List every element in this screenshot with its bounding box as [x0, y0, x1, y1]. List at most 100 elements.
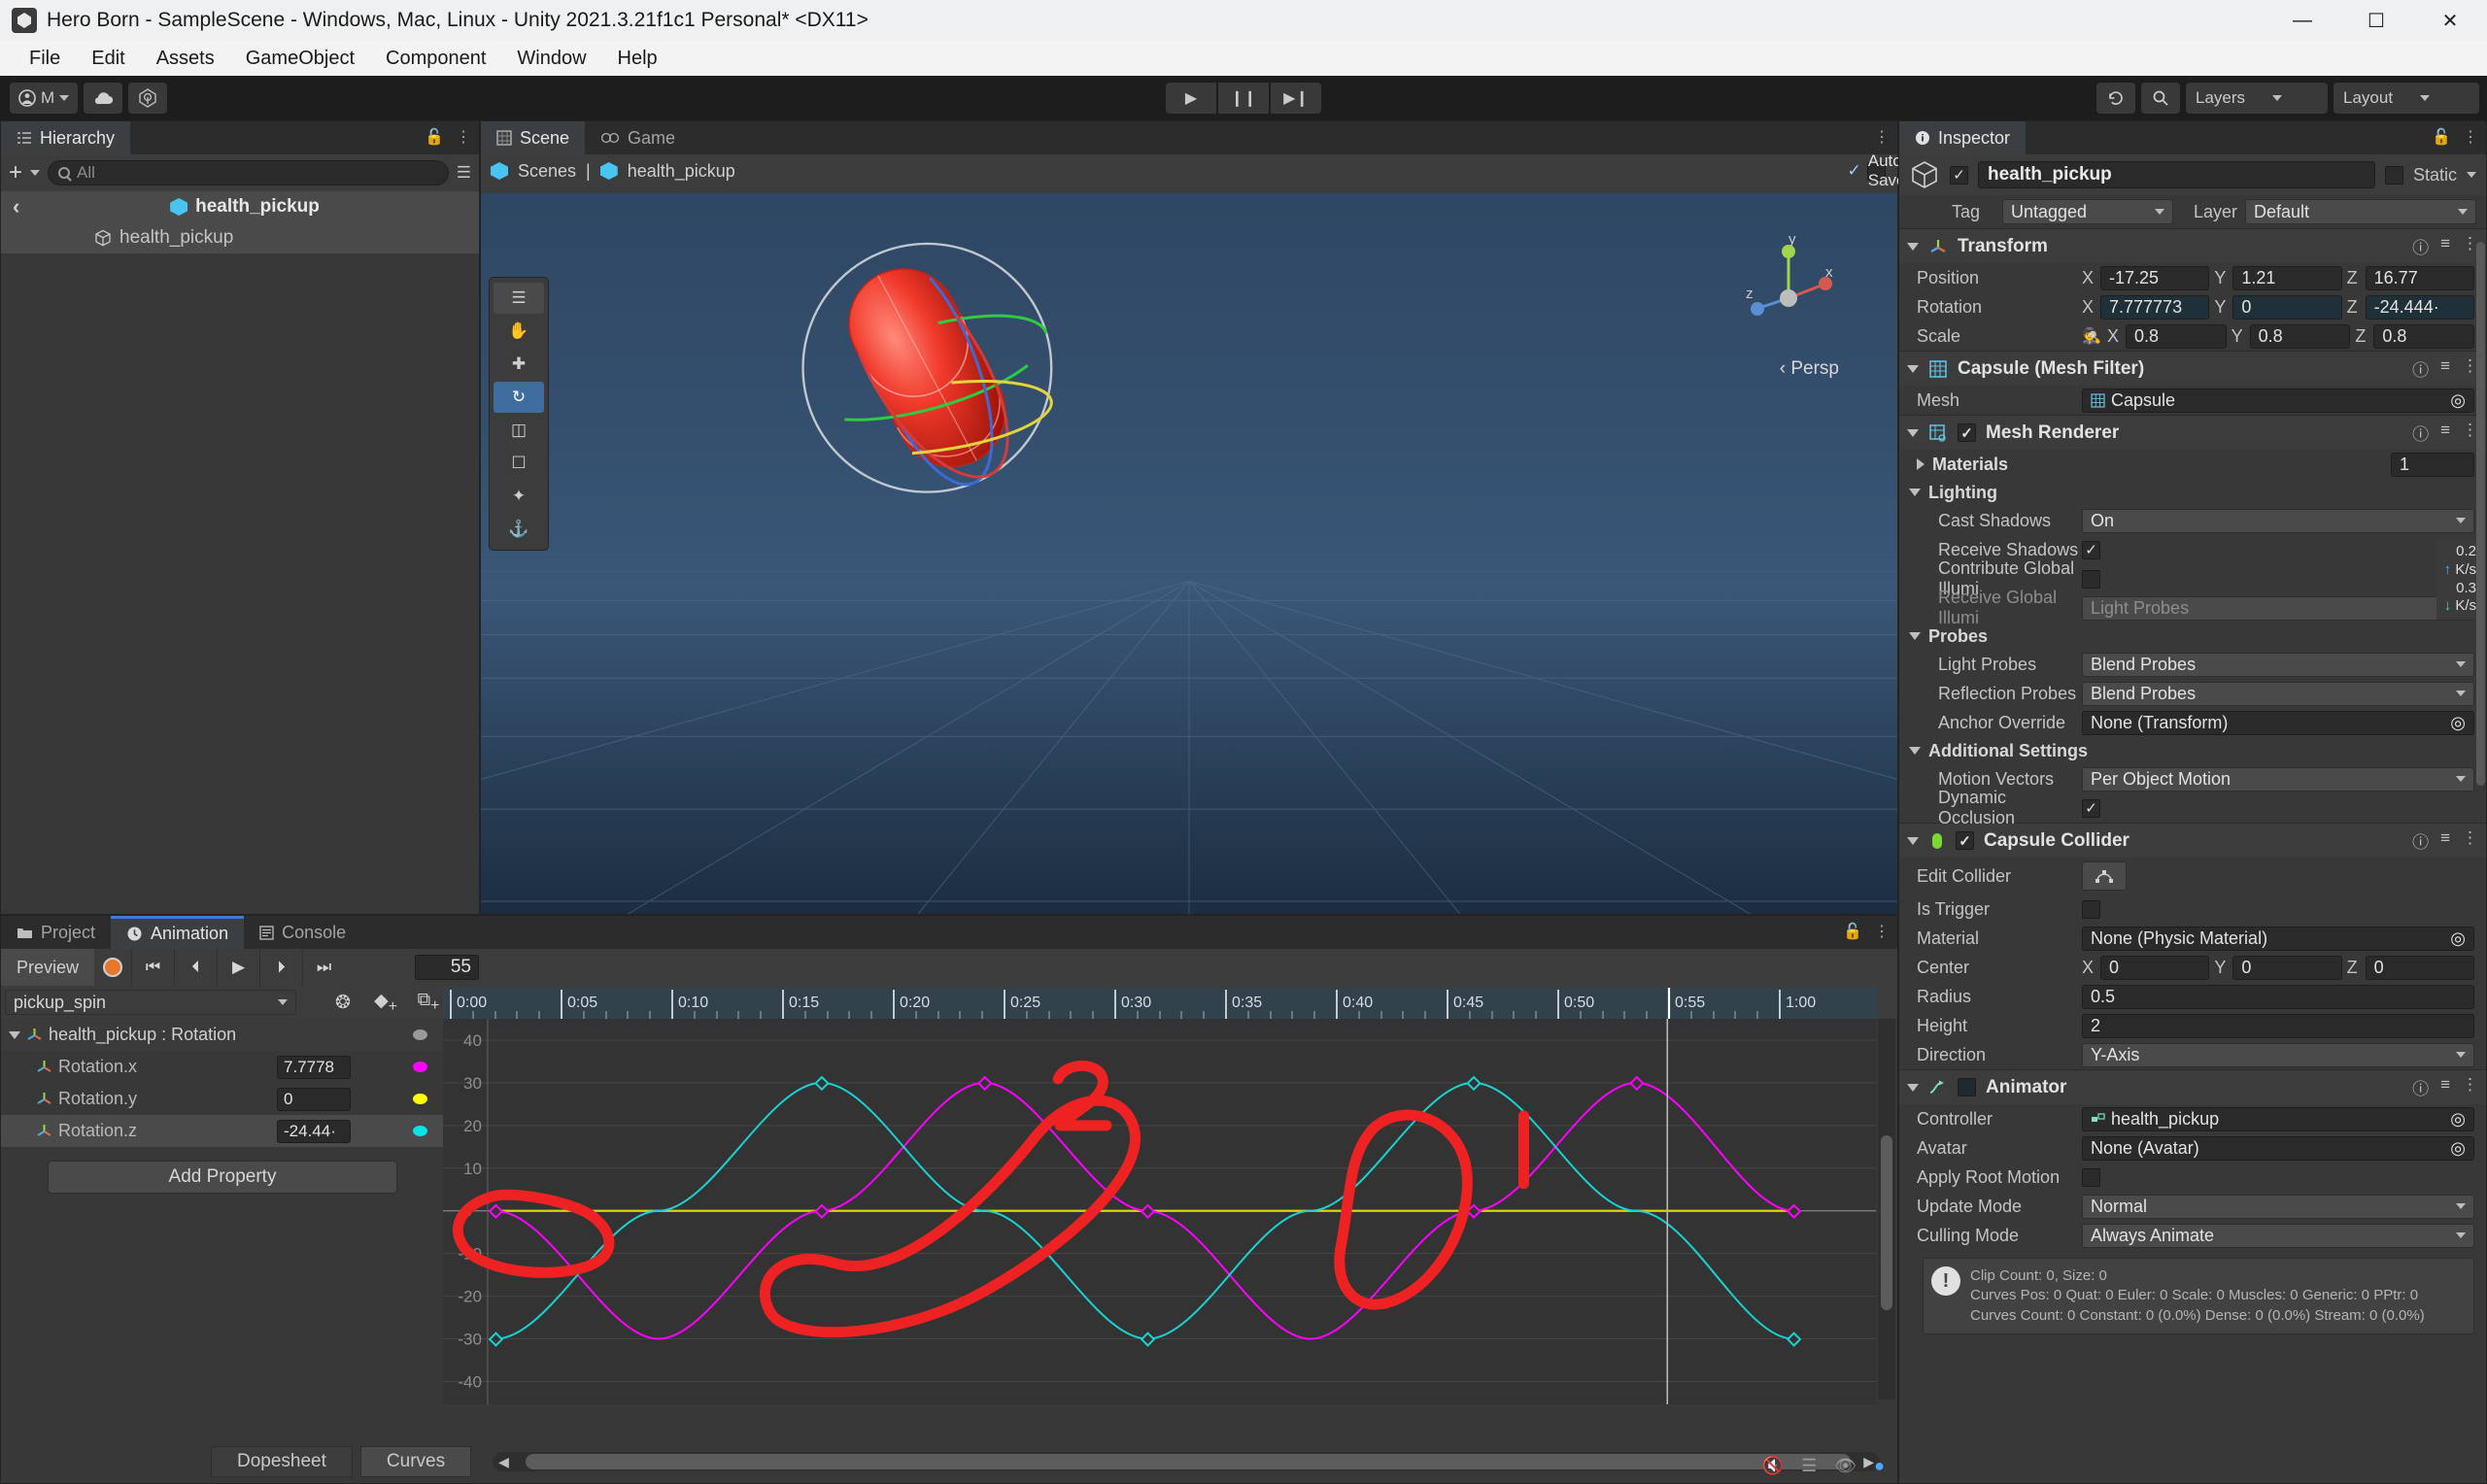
- menu-component[interactable]: Component: [370, 44, 501, 74]
- animator-enabled-checkbox[interactable]: [1958, 1078, 1976, 1096]
- curve-vertical-scrollbar[interactable]: [1878, 1019, 1895, 1400]
- lock-icon[interactable]: 🔓: [2432, 127, 2451, 147]
- section-additional-settings[interactable]: Additional Settings: [1899, 737, 2486, 764]
- layer-dropdown[interactable]: Default: [2245, 199, 2476, 224]
- position-x-input[interactable]: -17.25: [2100, 265, 2210, 290]
- menu-gameobject[interactable]: GameObject: [230, 44, 370, 74]
- tool-scale[interactable]: ◫: [494, 415, 544, 446]
- physic-material-object-field[interactable]: None (Physic Material) ◎: [2082, 926, 2474, 951]
- component-header-animator[interactable]: Animator ⓘ ≡ ⋮: [1899, 1069, 2486, 1104]
- scroll-left-arrow[interactable]: ◀: [498, 1454, 509, 1470]
- tab-project[interactable]: Project: [1, 916, 112, 949]
- cast-shadows-dropdown[interactable]: On: [2082, 508, 2474, 533]
- object-picker-icon[interactable]: ◎: [2450, 1138, 2466, 1159]
- section-lighting[interactable]: Lighting: [1899, 479, 2486, 506]
- foldout-open-icon[interactable]: [1909, 747, 1921, 755]
- static-checkbox[interactable]: [2384, 165, 2403, 185]
- close-button[interactable]: ✕: [2413, 0, 2487, 41]
- reflection-probes-dropdown[interactable]: Blend Probes: [2082, 681, 2474, 706]
- scale-x-input[interactable]: 0.8: [2126, 323, 2227, 349]
- section-probes[interactable]: Probes: [1899, 623, 2486, 650]
- step-button[interactable]: ▶❙: [1271, 83, 1321, 114]
- menu-file[interactable]: File: [14, 44, 76, 74]
- foldout-open-icon[interactable]: [1907, 428, 1919, 437]
- first-frame-button[interactable]: ⏮: [131, 949, 174, 986]
- component-header-mesh-filter[interactable]: Capsule (Mesh Filter) ⓘ ≡ ⋮: [1899, 351, 2486, 386]
- foldout-open-icon[interactable]: [1907, 1083, 1919, 1092]
- tab-inspector[interactable]: Inspector: [1899, 121, 2027, 154]
- direction-dropdown[interactable]: Y-Axis: [2082, 1042, 2474, 1067]
- menu-edit[interactable]: Edit: [76, 44, 140, 74]
- tool-rect[interactable]: ☐: [494, 448, 544, 479]
- position-z-input[interactable]: 16.77: [2365, 265, 2474, 290]
- object-picker-icon[interactable]: ◎: [2450, 1109, 2466, 1130]
- kebab-menu-icon[interactable]: ⋮: [1874, 127, 1890, 147]
- layers-dropdown[interactable]: Layers: [2186, 83, 2328, 114]
- scene-viewport[interactable]: ☰ ✋ ✚ ↻ ◫ ☐ ✦ ⚓ y x z ‹ Persp: [481, 193, 1897, 914]
- update-mode-dropdown[interactable]: Normal: [2082, 1194, 2474, 1219]
- mute-icon[interactable]: 🔇: [1762, 1456, 1784, 1476]
- animation-time-ruler[interactable]: 0:00 0:05 0:10 0:15 0:20 0:25 0:30 0:35 0:40 0…: [443, 988, 1878, 1019]
- kebab-menu-icon[interactable]: ⋮: [1874, 922, 1890, 941]
- add-property-button[interactable]: Add Property: [48, 1161, 397, 1194]
- culling-mode-dropdown[interactable]: Always Animate: [2082, 1223, 2474, 1248]
- tool-transform[interactable]: ✦: [494, 481, 544, 512]
- tool-hand[interactable]: ✋: [494, 316, 544, 347]
- foldout-closed-icon[interactable]: [1917, 458, 1925, 470]
- chevron-down-icon[interactable]: [30, 170, 41, 176]
- kebab-menu-icon[interactable]: ⋮: [456, 127, 471, 147]
- cloud-button[interactable]: [84, 83, 123, 114]
- account-button[interactable]: M: [10, 83, 79, 114]
- help-icon[interactable]: ⓘ: [2412, 234, 2429, 258]
- layout-dropdown[interactable]: Layout: [2334, 83, 2479, 114]
- add-gameobject-button[interactable]: +: [9, 161, 22, 185]
- preset-icon[interactable]: ≡: [2440, 421, 2450, 445]
- tag-dropdown[interactable]: Untagged: [2002, 199, 2173, 224]
- component-header-mesh-renderer[interactable]: ✓ Mesh Renderer ⓘ ≡ ⋮: [1899, 415, 2486, 450]
- tab-dopesheet[interactable]: Dopesheet: [211, 1446, 353, 1477]
- lock-icon[interactable]: 🔓: [1843, 922, 1862, 941]
- preview-icon[interactable]: 👁: [1834, 1456, 1857, 1476]
- help-icon[interactable]: ⓘ: [2412, 1075, 2429, 1099]
- tab-curves[interactable]: Curves: [359, 1446, 472, 1477]
- motion-vectors-dropdown[interactable]: Per Object Motion: [2082, 766, 2474, 792]
- avatar-object-field[interactable]: None (Avatar) ◎: [2082, 1135, 2474, 1161]
- property-value[interactable]: -24.44·: [277, 1119, 351, 1143]
- preset-icon[interactable]: ≡: [2440, 356, 2450, 381]
- hierarchy-item-health-pickup[interactable]: health_pickup: [1, 222, 479, 253]
- controller-object-field[interactable]: health_pickup ◎: [2082, 1106, 2474, 1131]
- rotation-y-input[interactable]: 0: [2232, 294, 2342, 320]
- height-input[interactable]: 2: [2082, 1013, 2474, 1038]
- tab-scene[interactable]: Scene: [481, 121, 586, 154]
- property-row-rotation-x[interactable]: Rotation.x 7.7778: [1, 1051, 443, 1083]
- tool-move[interactable]: ✚: [494, 349, 544, 380]
- preset-icon[interactable]: ≡: [2440, 828, 2450, 853]
- chevron-down-icon[interactable]: [2467, 172, 2476, 178]
- help-icon[interactable]: ⓘ: [2412, 421, 2429, 445]
- object-picker-icon[interactable]: ◎: [2450, 928, 2466, 949]
- dynamic-occlusion-checkbox[interactable]: ✓: [2082, 798, 2100, 818]
- property-row-rotation-z[interactable]: Rotation.z -24.44·: [1, 1115, 443, 1147]
- object-name-input[interactable]: health_pickup: [1978, 161, 2375, 188]
- property-row-rotation-y[interactable]: Rotation.y 0: [1, 1083, 443, 1115]
- anchor-override-object-field[interactable]: None (Transform) ◎: [2082, 710, 2474, 735]
- preset-icon[interactable]: ≡: [2440, 234, 2450, 258]
- property-value[interactable]: 0: [277, 1087, 351, 1111]
- preset-icon[interactable]: ≡: [2440, 1075, 2450, 1099]
- foldout-open-icon[interactable]: [1909, 632, 1921, 640]
- apply-root-motion-checkbox[interactable]: [2082, 1167, 2100, 1187]
- object-enabled-checkbox[interactable]: ✓: [1950, 165, 1968, 185]
- hierarchy-scene-row[interactable]: ‹ health_pickup: [1, 191, 479, 222]
- object-picker-icon[interactable]: ◎: [2450, 713, 2466, 733]
- hierarchy-sort-icon[interactable]: ☰: [457, 163, 471, 183]
- light-probes-dropdown[interactable]: Blend Probes: [2082, 652, 2474, 677]
- position-y-input[interactable]: 1.21: [2232, 265, 2342, 290]
- last-frame-button[interactable]: ⏭: [302, 949, 345, 986]
- property-value[interactable]: 7.7778: [277, 1055, 351, 1079]
- minimize-button[interactable]: —: [2266, 0, 2339, 41]
- tool-rotate[interactable]: ↻: [494, 382, 544, 413]
- animation-horizontal-scrollbar[interactable]: ◀ ▶: [493, 1452, 1880, 1471]
- is-trigger-checkbox[interactable]: [2082, 899, 2100, 919]
- materials-count-input[interactable]: 1: [2391, 452, 2474, 477]
- play-button[interactable]: ▶: [1166, 83, 1216, 114]
